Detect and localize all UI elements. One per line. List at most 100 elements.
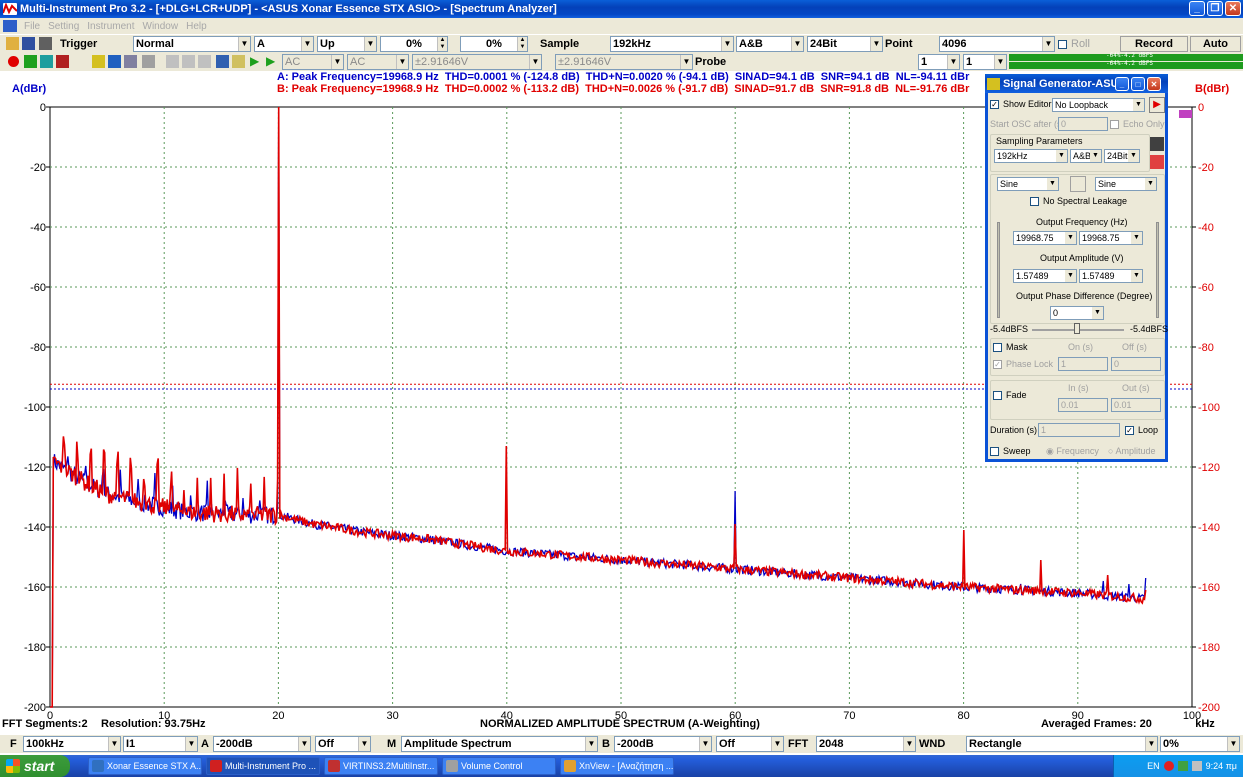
waveform-link-button[interactable]	[1070, 176, 1086, 192]
generator-play-icon[interactable]: ▶	[1149, 97, 1165, 113]
task-multi-instrument[interactable]: Multi-Instrument Pro ...	[206, 757, 320, 775]
print-icon[interactable]	[39, 37, 52, 50]
task-virtins-pdf[interactable]: VIRTINS3.2MultiInstr...	[324, 757, 438, 775]
menu-file[interactable]: File	[24, 21, 40, 32]
fade-checkbox[interactable]: Fade	[993, 390, 1027, 401]
points-select[interactable]: 4096 ▼	[939, 36, 1055, 52]
marker-a-icon[interactable]	[182, 55, 195, 68]
window-function-select[interactable]: Rectangle ▼	[966, 736, 1158, 752]
record-dot-icon[interactable]	[8, 56, 19, 67]
a-floor-select[interactable]: -200dB ▼	[213, 736, 311, 752]
siggen-channel-select[interactable]: A&B ▼	[1070, 149, 1102, 163]
frequency-a-field[interactable]: 19968.75 ▼	[1013, 231, 1077, 245]
amplitude-b-slider[interactable]	[1156, 222, 1159, 318]
range-a-select[interactable]: ±2.91646V ▼	[412, 54, 542, 70]
fft-size-select[interactable]: 2048 ▼	[816, 736, 916, 752]
probe-b-select[interactable]: 1 ▼	[963, 54, 1007, 70]
frequency-b-field[interactable]: 19968.75 ▼	[1079, 231, 1143, 245]
b-off-select[interactable]: Off ▼	[716, 736, 784, 752]
sweep-checkbox[interactable]: Sweep	[990, 446, 1031, 457]
phase-lock-checkbox[interactable]: ✓ Phase Lock	[993, 359, 1053, 370]
auto-button[interactable]: Auto	[1190, 36, 1241, 52]
dds-icon[interactable]	[108, 55, 121, 68]
cursor-icon[interactable]	[166, 55, 179, 68]
start-button[interactable]: start	[0, 755, 70, 777]
channel-select[interactable]: A&B ▼	[736, 36, 804, 52]
chart-icon[interactable]	[124, 55, 137, 68]
spectrum-icon[interactable]	[40, 55, 53, 68]
echo-only-checkbox[interactable]: Echo Only	[1110, 119, 1165, 130]
frequency-range-select[interactable]: 100kHz ▼	[23, 736, 121, 752]
trigger-delay-spinner[interactable]: 0% ▲ ▼	[460, 36, 528, 52]
mask-on-field[interactable]: 1	[1058, 357, 1108, 371]
close-button[interactable]: ✕	[1225, 1, 1241, 16]
a-off-select[interactable]: Off ▼	[315, 736, 371, 752]
siggen-music-icon[interactable]	[1150, 155, 1164, 169]
coupling-b-select[interactable]: AC ▼	[347, 54, 409, 70]
amplitude-a-slider[interactable]	[997, 222, 1000, 318]
trigger-channel-select[interactable]: A ▼	[254, 36, 314, 52]
restore-button[interactable]: ❐	[1207, 1, 1223, 16]
minimize-button[interactable]: _	[1189, 1, 1205, 16]
sample-rate-select[interactable]: 192kHz ▼	[610, 36, 734, 52]
multimeter-icon[interactable]	[56, 55, 69, 68]
balance-slider-thumb[interactable]	[1074, 323, 1080, 334]
speaker-icon[interactable]	[232, 55, 245, 68]
record-button[interactable]: Record	[1120, 36, 1188, 52]
loop-checkbox[interactable]: ✓ Loop	[1125, 425, 1158, 436]
range-b-select[interactable]: ±2.91646V ▼	[555, 54, 693, 70]
overlap-select[interactable]: 0% ▼	[1160, 736, 1240, 752]
marker-b-icon[interactable]	[198, 55, 211, 68]
task-xonar[interactable]: Xonar Essence STX A...	[88, 757, 202, 775]
amplitude-b-field[interactable]: 1.57489 ▼	[1079, 269, 1143, 283]
mask-off-field[interactable]: 0	[1111, 357, 1161, 371]
mask-checkbox[interactable]: Mask	[993, 342, 1028, 353]
siggen-bits-select[interactable]: 24Bit ▼	[1104, 149, 1140, 163]
tray-network-icon[interactable]	[1177, 761, 1188, 771]
siggen-rate-select[interactable]: 192kHz ▼	[994, 149, 1068, 163]
play-once-icon[interactable]: ▶	[266, 55, 279, 68]
save-icon[interactable]	[22, 37, 35, 50]
open-icon[interactable]	[6, 37, 19, 50]
play-icon[interactable]: ▶	[250, 55, 263, 68]
measurement-select[interactable]: Amplitude Spectrum ▼	[401, 736, 598, 752]
menu-instrument[interactable]: Instrument	[87, 21, 134, 32]
tools-icon[interactable]	[216, 55, 229, 68]
coupling-a-select[interactable]: AC ▼	[282, 54, 344, 70]
start-osc-field[interactable]: 0	[1058, 117, 1108, 131]
duration-field[interactable]: 1	[1038, 423, 1120, 437]
waveform-b-select[interactable]: Sine ▼	[1095, 177, 1157, 191]
show-editor-checkbox[interactable]: ✓ Show Editor	[990, 99, 1052, 110]
oscilloscope-icon[interactable]	[24, 55, 37, 68]
tray-volume-icon[interactable]	[1191, 761, 1202, 771]
siggen-minimize-button[interactable]: _	[1115, 76, 1129, 91]
waveform-a-select[interactable]: Sine ▼	[997, 177, 1059, 191]
trigger-level-spinner[interactable]: 0% ▲ ▼	[380, 36, 448, 52]
amplitude-a-field[interactable]: 1.57489 ▼	[1013, 269, 1077, 283]
trigger-edge-select[interactable]: Up ▼	[317, 36, 377, 52]
loopback-select[interactable]: No Loopback ▼	[1052, 98, 1145, 112]
settings-icon[interactable]	[142, 55, 155, 68]
f-channel-select[interactable]: I1 ▼	[123, 736, 198, 752]
siggen-maximize-button[interactable]: □	[1131, 76, 1145, 91]
sweep-frequency-radio[interactable]: ◉ Frequency	[1046, 446, 1099, 457]
fade-in-field[interactable]: 0.01	[1058, 398, 1108, 412]
phase-field[interactable]: 0 ▼	[1050, 306, 1104, 320]
b-floor-select[interactable]: -200dB ▼	[614, 736, 712, 752]
trigger-mode-select[interactable]: Normal ▼	[133, 36, 251, 52]
siggen-close-button[interactable]: ✕	[1147, 76, 1161, 91]
menu-window[interactable]: Window	[143, 21, 179, 32]
probe-a-select[interactable]: 1 ▼	[918, 54, 960, 70]
fade-out-field[interactable]: 0.01	[1111, 398, 1161, 412]
roll-checkbox[interactable]: Roll	[1058, 36, 1090, 52]
generator-icon[interactable]	[92, 55, 105, 68]
menu-help[interactable]: Help	[186, 21, 207, 32]
menu-setting[interactable]: Setting	[48, 21, 79, 32]
sweep-amplitude-radio[interactable]: ○ Amplitude	[1108, 446, 1155, 456]
tray-app-icon[interactable]	[1163, 761, 1174, 771]
task-xnview[interactable]: XnView - [Αναζήτηση ...	[560, 757, 674, 775]
no-leakage-checkbox[interactable]: No Spectral Leakage	[1030, 196, 1127, 207]
siggen-save-icon[interactable]	[1150, 137, 1164, 151]
language-indicator[interactable]: EN	[1147, 761, 1160, 771]
task-volume-control[interactable]: Volume Control	[442, 757, 556, 775]
